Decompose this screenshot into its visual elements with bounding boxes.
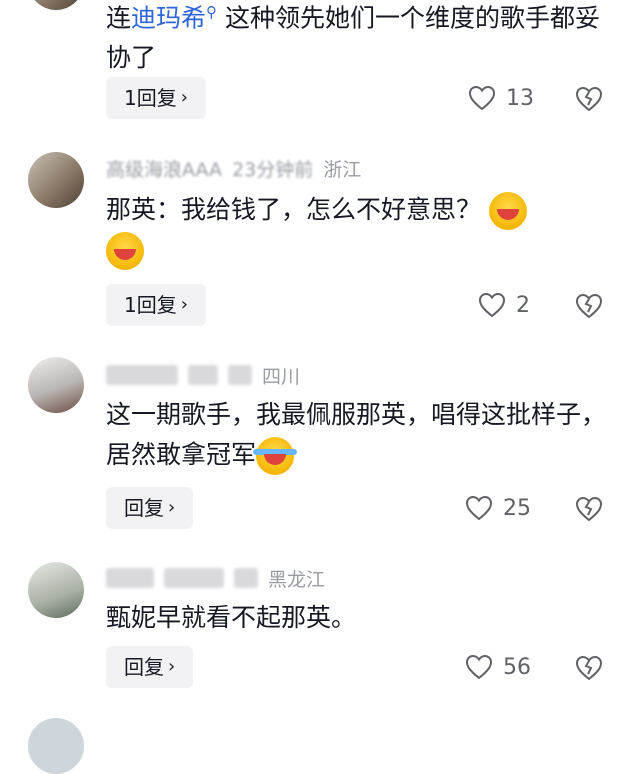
chevron-right-icon: ›: [180, 87, 188, 108]
mention-link[interactable]: 迪玛希: [131, 3, 206, 32]
comment-meta: 高级海浪AAA 23分钟前 浙江: [106, 152, 361, 184]
grinning-squint-emoji: [106, 232, 144, 270]
heart-icon: [468, 85, 496, 111]
like-count: 56: [503, 654, 531, 680]
reply-button[interactable]: 回复 ›: [106, 487, 194, 529]
timestamp: 23分钟前: [232, 158, 314, 181]
redacted-block: [234, 568, 258, 588]
username[interactable]: 高级海浪AAA: [106, 155, 222, 182]
comment-text: 那英：我给钱了，怎么不好意思？: [106, 190, 611, 270]
avatar[interactable]: [28, 152, 84, 208]
heart-icon: [465, 654, 493, 680]
timestamp-redacted: [164, 568, 224, 588]
heart-icon: [478, 292, 506, 318]
username-redacted: [106, 365, 178, 385]
like-count: 2: [516, 292, 530, 318]
grinning-squint-emoji: [488, 192, 527, 230]
avatar[interactable]: [28, 0, 84, 10]
dislike-icon[interactable]: [574, 652, 604, 682]
reply-button[interactable]: 1回复 ›: [106, 284, 206, 326]
redacted-block: [228, 365, 252, 385]
like-count: 25: [503, 495, 531, 521]
avatar[interactable]: [28, 562, 84, 618]
like-count: 13: [506, 85, 534, 111]
search-icon[interactable]: ⚲: [206, 3, 217, 21]
comment-meta: 四川: [106, 359, 300, 391]
chevron-right-icon: ›: [168, 656, 176, 677]
comment-text: 这一期歌手，我最佩服那英，唱得这批样子，居然敢拿冠军: [106, 395, 611, 475]
dislike-icon[interactable]: [574, 290, 604, 320]
avatar[interactable]: [28, 718, 84, 774]
username-redacted: [106, 568, 154, 588]
region-label: 浙江: [323, 158, 362, 181]
chevron-right-icon: ›: [180, 294, 188, 315]
crying-laughing-emoji: [253, 437, 298, 475]
dislike-icon[interactable]: [574, 83, 604, 113]
heart-icon: [465, 495, 493, 521]
region-label: 四川: [262, 365, 301, 388]
like-button[interactable]: 2: [478, 284, 530, 326]
comment-meta: 黑龙江: [106, 562, 325, 594]
region-label: 黑龙江: [268, 568, 326, 591]
avatar[interactable]: [28, 357, 84, 413]
like-button[interactable]: 13: [468, 77, 534, 119]
comment-text: 连迪玛希⚲ 这种领先她们一个维度的歌手都妥协了: [106, 3, 600, 73]
like-button[interactable]: 25: [465, 487, 531, 529]
dislike-icon[interactable]: [574, 493, 604, 523]
timestamp-redacted: [188, 365, 218, 385]
comment-text: 甄妮早就看不起那英。: [106, 603, 357, 632]
reply-button[interactable]: 1回复 ›: [106, 77, 206, 119]
like-button[interactable]: 56: [465, 646, 531, 688]
chevron-right-icon: ›: [168, 497, 176, 518]
reply-button[interactable]: 回复 ›: [106, 646, 194, 688]
